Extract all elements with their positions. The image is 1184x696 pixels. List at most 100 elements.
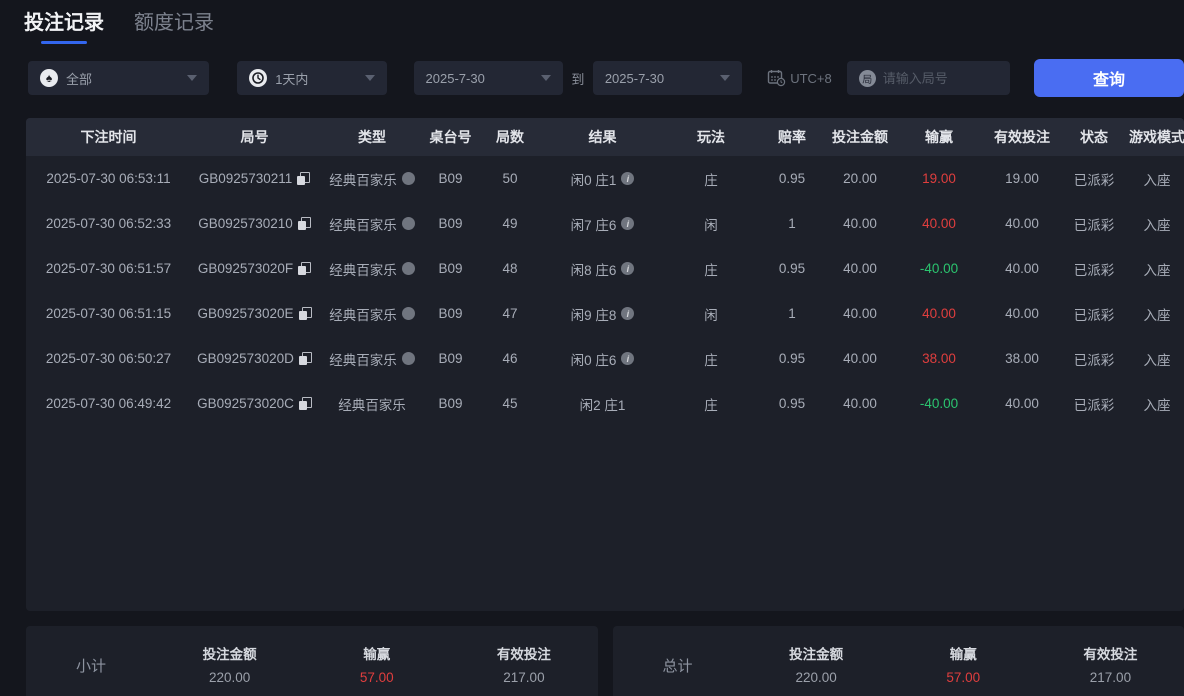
status-text: 已派彩 xyxy=(1074,304,1115,324)
cell-round-no: 49 xyxy=(475,216,545,231)
table-row: 2025-07-30 06:50:27GB092573020D经典百家乐B094… xyxy=(26,336,1184,381)
category-value: 全部 xyxy=(66,69,92,88)
copy-icon[interactable] xyxy=(299,307,312,320)
cell-round-no: 50 xyxy=(475,171,545,186)
cell-table-no: B09 xyxy=(426,261,475,276)
cell-game-type: 经典百家乐 xyxy=(318,394,426,414)
valid-bet-text: 19.00 xyxy=(1005,171,1039,186)
valid-bet-text: 40.00 xyxy=(1005,261,1039,276)
bet-amount-text: 40.00 xyxy=(843,396,877,411)
time-range-value: 1天内 xyxy=(275,69,308,88)
copy-icon[interactable] xyxy=(299,352,312,365)
col-game-type: 类型 xyxy=(318,127,426,147)
copy-icon[interactable] xyxy=(298,262,311,275)
game-type-text: 经典百家乐 xyxy=(338,394,406,414)
game-id-text: GB0925730210 xyxy=(198,216,293,231)
cell-game-mode: 入座 xyxy=(1124,169,1184,189)
play-text: 庄 xyxy=(704,169,718,189)
game-id-search-input[interactable] xyxy=(883,71,993,86)
subtotal-win-loss: 输赢 57.00 xyxy=(303,643,450,685)
cell-status: 已派彩 xyxy=(1064,304,1124,324)
cell-result: 闲7 庄6 i xyxy=(545,214,660,234)
round-no-text: 49 xyxy=(502,216,517,231)
bet-time-text: 2025-07-30 06:51:15 xyxy=(46,306,171,321)
total-label: 总计 xyxy=(613,655,743,676)
cell-win-loss: -40.00 xyxy=(898,396,980,411)
cell-game-id: GB092573020E xyxy=(191,306,318,321)
cell-win-loss: 19.00 xyxy=(898,171,980,186)
date-to-separator: 到 xyxy=(571,69,585,88)
clock-icon xyxy=(249,69,267,87)
col-odds: 赔率 xyxy=(762,127,822,147)
game-mode-text: 入座 xyxy=(1144,259,1171,279)
game-mode-text: 入座 xyxy=(1144,169,1171,189)
cell-valid-bet: 19.00 xyxy=(980,171,1064,186)
odds-text: 0.95 xyxy=(779,351,805,366)
bet-amount-text: 40.00 xyxy=(843,216,877,231)
cell-bet-time: 2025-07-30 06:53:11 xyxy=(26,171,191,186)
info-icon[interactable]: i xyxy=(621,217,634,230)
cell-game-mode: 入座 xyxy=(1124,304,1184,324)
tab-bet-records-label: 投注记录 xyxy=(24,12,104,34)
cell-play: 闲 xyxy=(660,214,762,234)
cell-play: 庄 xyxy=(660,169,762,189)
cell-result: 闲2 庄1 xyxy=(545,394,660,414)
table-row: 2025-07-30 06:52:33GB0925730210经典百家乐B094… xyxy=(26,201,1184,246)
bet-amount-text: 40.00 xyxy=(843,261,877,276)
cell-status: 已派彩 xyxy=(1064,214,1124,234)
game-type-text: 经典百家乐 xyxy=(329,169,397,189)
cell-game-mode: 入座 xyxy=(1124,214,1184,234)
copy-icon[interactable] xyxy=(298,217,311,230)
date-from-value: 2025-7-30 xyxy=(426,71,485,86)
cell-bet-time: 2025-07-30 06:51:15 xyxy=(26,306,191,321)
category-dropdown[interactable]: ♠ 全部 xyxy=(28,61,209,95)
replay-icon[interactable] xyxy=(402,352,415,365)
round-no-text: 50 xyxy=(502,171,517,186)
replay-icon[interactable] xyxy=(402,217,415,230)
game-type-text: 经典百家乐 xyxy=(329,259,397,279)
tab-quota-records-label: 额度记录 xyxy=(134,12,214,34)
timezone-indicator: UTC+8 xyxy=(767,69,832,87)
result-text: 闲7 庄6 xyxy=(571,214,617,234)
time-range-dropdown[interactable]: 1天内 xyxy=(237,61,386,95)
tab-quota-records[interactable]: 额度记录 xyxy=(134,6,214,44)
valid-bet-text: 40.00 xyxy=(1005,306,1039,321)
valid-bet-text: 40.00 xyxy=(1005,216,1039,231)
game-type-text: 经典百家乐 xyxy=(329,214,397,234)
replay-icon[interactable] xyxy=(402,262,415,275)
tab-bet-records[interactable]: 投注记录 xyxy=(24,6,104,44)
info-icon[interactable]: i xyxy=(621,352,634,365)
table-no-text: B09 xyxy=(438,351,462,366)
date-to-picker[interactable]: 2025-7-30 xyxy=(593,61,742,95)
cell-bet-time: 2025-07-30 06:50:27 xyxy=(26,351,191,366)
info-icon[interactable]: i xyxy=(621,307,634,320)
game-type-text: 经典百家乐 xyxy=(329,349,397,369)
col-bet-amount: 投注金额 xyxy=(822,127,898,147)
info-icon[interactable]: i xyxy=(621,172,634,185)
copy-icon[interactable] xyxy=(299,397,312,410)
date-from-picker[interactable]: 2025-7-30 xyxy=(414,61,563,95)
result-text: 闲9 庄8 xyxy=(571,304,617,324)
bet-time-text: 2025-07-30 06:49:42 xyxy=(46,396,171,411)
valid-bet-text: 40.00 xyxy=(1005,396,1039,411)
replay-icon[interactable] xyxy=(402,307,415,320)
spade-icon: ♠ xyxy=(40,69,58,87)
info-icon[interactable]: i xyxy=(621,262,634,275)
replay-icon[interactable] xyxy=(402,172,415,185)
odds-text: 1 xyxy=(788,306,796,321)
cell-game-type: 经典百家乐 xyxy=(318,169,426,189)
table-row: 2025-07-30 06:51:15GB092573020E经典百家乐B094… xyxy=(26,291,1184,336)
game-id-text: GB092573020F xyxy=(198,261,293,276)
game-type-text: 经典百家乐 xyxy=(329,304,397,324)
play-text: 闲 xyxy=(704,214,718,234)
odds-text: 0.95 xyxy=(779,171,805,186)
status-text: 已派彩 xyxy=(1074,169,1115,189)
query-button[interactable]: 查询 xyxy=(1034,59,1184,97)
cell-odds: 0.95 xyxy=(762,171,822,186)
copy-icon[interactable] xyxy=(297,172,310,185)
game-mode-text: 入座 xyxy=(1144,349,1171,369)
cell-round-no: 45 xyxy=(475,396,545,411)
round-no-text: 47 xyxy=(502,306,517,321)
cell-game-id: GB092573020C xyxy=(191,396,318,411)
col-win-loss: 输赢 xyxy=(898,127,980,147)
